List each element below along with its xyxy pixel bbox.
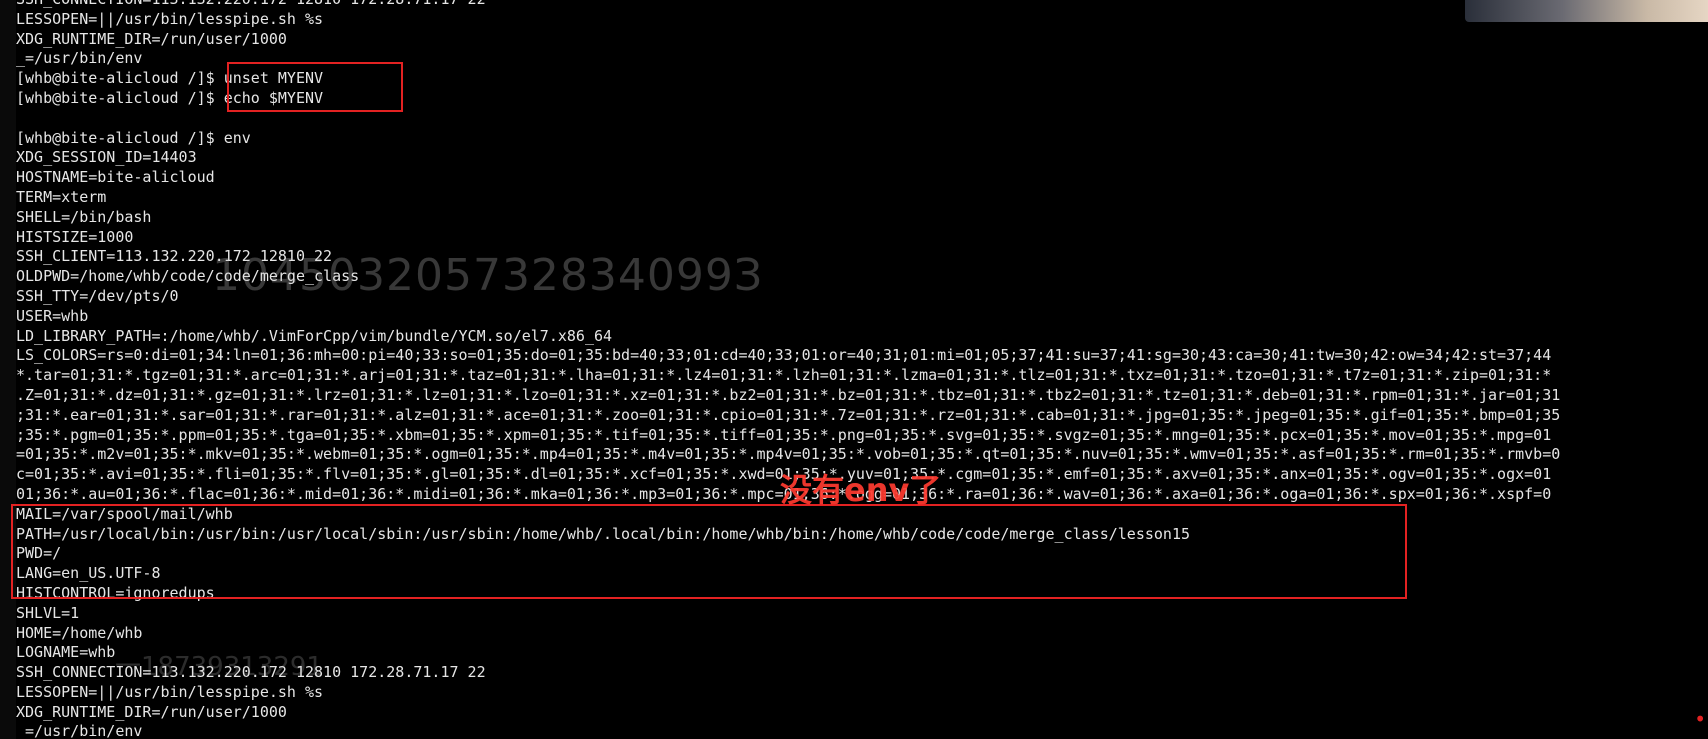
terminal-line: XDG_SESSION_ID=14403	[16, 148, 197, 167]
terminal-line: 01;36:*.au=01;36:*.flac=01;36:*.mid=01;3…	[16, 484, 1552, 503]
terminal-line: USER=whb	[16, 306, 89, 325]
terminal-line: PATH=/usr/local/bin:/usr/bin:/usr/local/…	[16, 524, 1190, 543]
terminal-line: HOSTNAME=bite-alicloud	[16, 168, 215, 187]
terminal-line: _=/usr/bin/env	[16, 49, 143, 68]
terminal-line: [whb@bite-alicloud /]$ echo $MYENV	[16, 88, 324, 107]
edge-mark-icon: •	[1694, 707, 1706, 731]
terminal-line: =01;35:*.m2v=01;35:*.mkv=01;35:*.webm=01…	[16, 445, 1561, 464]
terminal-line: *.tar=01;31:*.tgz=01;31:*.arc=01;31:*.ar…	[16, 366, 1552, 385]
terminal-line: LESSOPEN=||/usr/bin/lesspipe.sh %s	[16, 682, 324, 701]
terminal-line: SHLVL=1	[16, 603, 80, 622]
terminal-line: .Z=01;31:*.dz=01;31:*.gz=01;31:*.lrz=01;…	[16, 385, 1561, 404]
terminal-line: HISTCONTROL=ignoredups	[16, 583, 215, 602]
terminal-window: SSH_CONNECTION=113.132.220.172 12810 172…	[0, 0, 1708, 739]
terminal-line: LS_COLORS=rs=0:di=01;34:ln=01;36:mh=00:p…	[16, 346, 1552, 365]
terminal-line: SHELL=/bin/bash	[16, 207, 152, 226]
terminal-line: SSH_CONNECTION=113.132.220.172 12810 172…	[0, 0, 1708, 10]
terminal-line: XDG_RUNTIME_DIR=/run/user/1000	[16, 29, 287, 48]
terminal-line: LESSOPEN=||/usr/bin/lesspipe.sh %s	[16, 9, 324, 28]
terminal-line: MAIL=/var/spool/mail/whb	[16, 504, 233, 523]
terminal-line: LANG=en_US.UTF-8	[16, 564, 161, 583]
terminal-line: ;35:*.pgm=01;35:*.ppm=01;35:*.tga=01;35:…	[16, 425, 1552, 444]
terminal-line: TERM=xterm	[16, 187, 107, 206]
terminal-line: c=01;35:*.avi=01;35:*.fli=01;35:*.flv=01…	[16, 465, 1552, 484]
terminal-line: HISTSIZE=1000	[16, 227, 134, 246]
terminal-line: LOGNAME=whb	[16, 643, 116, 662]
terminal-output[interactable]: SSH_CONNECTION=113.132.220.172 12810 172…	[0, 0, 1708, 739]
terminal-line: PWD=/	[16, 544, 62, 563]
terminal-line: SSH_CONNECTION=113.132.220.172 12810 172…	[16, 663, 486, 682]
terminal-line: OLDPWD=/home/whb/code/code/merge_class	[16, 267, 360, 286]
terminal-line: SSH_TTY=/dev/pts/0	[16, 286, 179, 305]
terminal-line: LD_LIBRARY_PATH=:/home/whb/.VimForCpp/vi…	[16, 326, 613, 345]
terminal-line: [whb@bite-alicloud /]$ env	[16, 128, 251, 147]
terminal-line: HOME=/home/whb	[16, 623, 143, 642]
terminal-line: _=/usr/bin/env	[16, 722, 143, 739]
terminal-line: ;31:*.ear=01;31:*.sar=01;31:*.rar=01;31:…	[16, 405, 1561, 424]
terminal-line: [whb@bite-alicloud /]$ unset MYENV	[16, 69, 324, 88]
terminal-line: XDG_RUNTIME_DIR=/run/user/1000	[16, 702, 287, 721]
terminal-line: SSH_CLIENT=113.132.220.172 12810 22	[16, 247, 333, 266]
